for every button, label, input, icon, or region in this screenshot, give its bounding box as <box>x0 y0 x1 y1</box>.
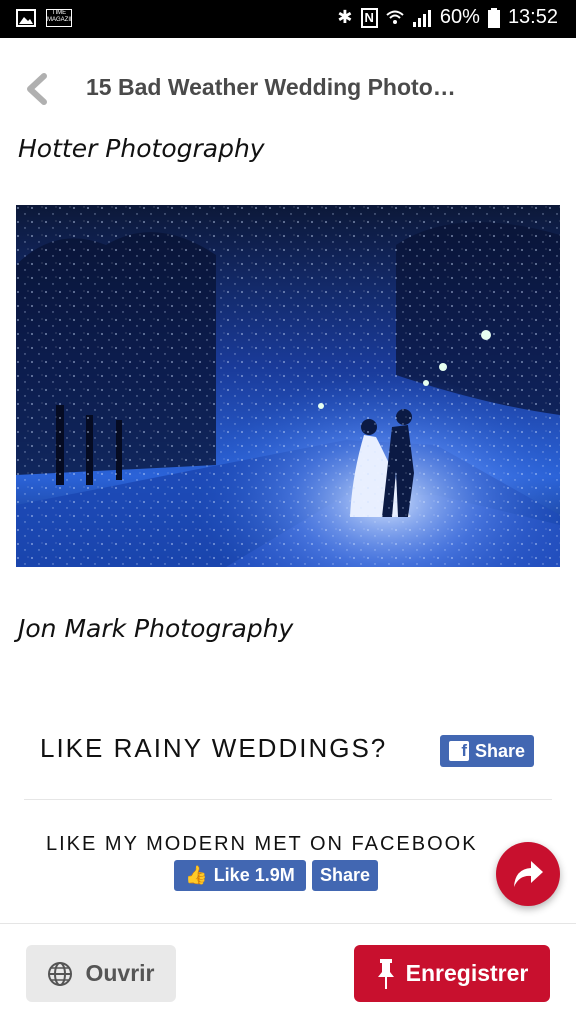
signal-icon <box>412 9 431 27</box>
pin-icon <box>377 958 394 989</box>
open-label: Ouvrir <box>85 960 155 986</box>
battery-percent: 60% <box>439 6 480 28</box>
floating-share-button[interactable] <box>496 842 560 906</box>
app-header: 15 Bad Weather Wedding Photo… <box>0 38 576 138</box>
wifi-icon <box>386 10 404 24</box>
clock: 13:52 <box>507 6 558 28</box>
nfc-icon: N <box>360 7 378 28</box>
photo-credit-bottom: Jon Mark Photography <box>18 614 294 643</box>
notification-icon: TIME MAGAZINE <box>46 9 72 27</box>
thumbs-up-icon: 👍 <box>185 865 208 885</box>
battery-icon <box>487 7 500 28</box>
facebook-share-button[interactable]: f Share <box>440 735 534 767</box>
wedding-photo <box>16 205 560 567</box>
facebook-icon: f <box>448 741 469 761</box>
cta-text: LIKE RAINY WEDDINGS? <box>40 733 388 763</box>
facebook-share-button-2[interactable]: Share <box>312 860 378 891</box>
gallery-icon <box>16 9 36 27</box>
bottom-action-bar: Ouvrir Enregistrer <box>0 923 576 1025</box>
page-title: 15 Bad Weather Wedding Photo… <box>86 74 456 100</box>
status-bar: TIME MAGAZINE ✱ N 60% 13:52 <box>0 0 576 38</box>
bluetooth-icon: ✱ <box>337 7 353 27</box>
share-label-2: Share <box>319 865 371 885</box>
facebook-like-button[interactable]: 👍 Like 1.9M <box>174 860 306 891</box>
open-button[interactable]: Ouvrir <box>26 945 176 1002</box>
like-label: Like 1.9M <box>213 865 295 885</box>
status-left: TIME MAGAZINE <box>16 9 72 27</box>
save-button[interactable]: Enregistrer <box>354 945 550 1002</box>
photo-credit-top: Hotter Photography <box>18 134 265 163</box>
globe-icon <box>48 961 73 986</box>
share-arrow-icon <box>514 861 543 887</box>
back-arrow-icon[interactable] <box>22 73 52 105</box>
status-right: ✱ N 60% 13:52 <box>337 6 558 29</box>
divider <box>24 799 552 800</box>
save-label: Enregistrer <box>405 960 529 986</box>
share-label: Share <box>474 740 526 761</box>
follow-text: LIKE MY MODERN MET ON FACEBOOK <box>46 833 478 855</box>
